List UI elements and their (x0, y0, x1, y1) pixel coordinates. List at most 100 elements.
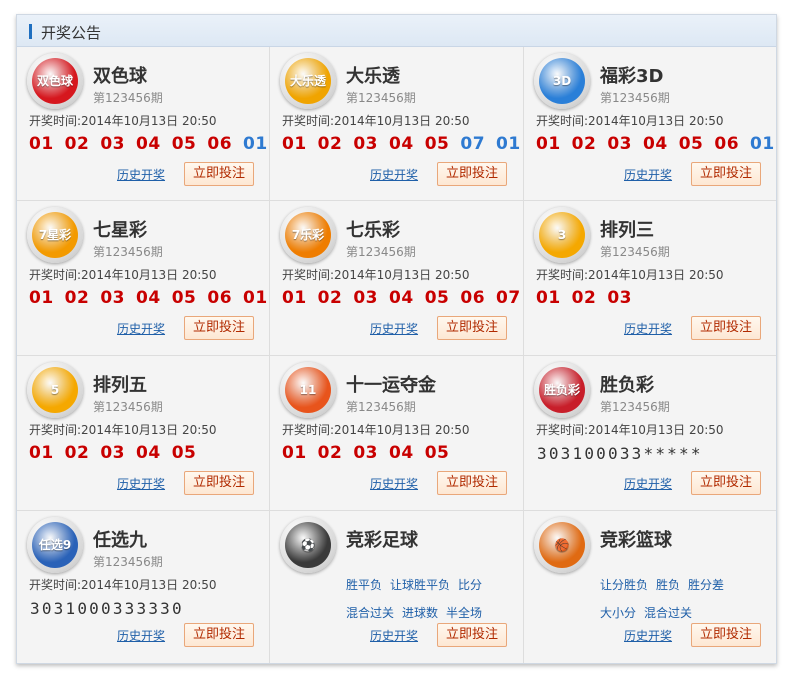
jingcai-basketball-logo-icon[interactable]: 🏀 (534, 517, 590, 573)
qixingcai-logo-icon[interactable]: 7星彩 (27, 207, 83, 263)
play-type-link[interactable]: 胜平负 (346, 578, 382, 592)
red-ball-number: 01 (282, 288, 307, 308)
shengfucai-logo-icon[interactable]: 胜负彩 (534, 362, 590, 418)
bet-now-button[interactable]: 立即投注 (437, 162, 507, 186)
lottery-name[interactable]: 双色球 (93, 62, 147, 88)
lottery-period: 第123456期 (93, 400, 163, 414)
bet-now-button[interactable]: 立即投注 (184, 162, 254, 186)
draw-time: 开奖时间:2014年10月13日 20:50 (282, 421, 470, 438)
bet-now-button[interactable]: 立即投注 (437, 623, 507, 647)
red-ball-number: 04 (136, 134, 161, 154)
history-link[interactable]: 历史开奖 (624, 166, 672, 183)
shiyiyunduojin-logo-icon[interactable]: 11 (280, 362, 336, 418)
pailiewu-logo-icon[interactable]: 5 (27, 362, 83, 418)
draw-time-value: 2014年10月13日 20:50 (334, 268, 470, 282)
bet-now-button[interactable]: 立即投注 (691, 316, 761, 340)
red-ball-number: 02 (571, 134, 597, 154)
jingcai-football-logo-icon[interactable]: ⚽ (280, 517, 336, 573)
bet-now-button[interactable]: 立即投注 (437, 471, 507, 495)
pailiesan-logo-icon[interactable]: 3 (534, 207, 590, 263)
history-link[interactable]: 历史开奖 (117, 166, 165, 183)
red-ball-number: 01 (29, 134, 54, 154)
bet-now-button[interactable]: 立即投注 (437, 316, 507, 340)
lottery-period: 第123456期 (93, 245, 163, 259)
play-type-link[interactable]: 半全场 (446, 606, 482, 620)
draw-time-label: 开奖时间: (29, 114, 82, 128)
draw-time-value: 2014年10月13日 20:50 (588, 268, 724, 282)
bet-now-button[interactable]: 立即投注 (691, 623, 761, 647)
red-ball-number: 03 (353, 288, 379, 308)
draw-time: 开奖时间:2014年10月13日 20:50 (29, 576, 217, 593)
red-ball-number: 03 (100, 443, 126, 463)
lottery-card: 3 排列三 第123456期 开奖时间:2014年10月13日 20:50 01 02 03… (524, 201, 776, 356)
draw-time: 开奖时间:2014年10月13日 20:50 (536, 266, 724, 283)
play-type-link[interactable]: 混合过关 (644, 606, 692, 620)
history-link[interactable]: 历史开奖 (370, 627, 418, 644)
logo-badge: 3D (539, 58, 585, 104)
draw-time-label: 开奖时间: (29, 423, 82, 437)
play-type-link[interactable]: 进球数 (402, 606, 438, 620)
lottery-name[interactable]: 竞彩篮球 (600, 526, 672, 552)
history-link[interactable]: 历史开奖 (370, 320, 418, 337)
lottery-name[interactable]: 大乐透 (346, 62, 400, 88)
play-type-link[interactable]: 胜分差 (688, 578, 724, 592)
logo-badge: 🏀 (539, 522, 585, 568)
red-ball-number: 03 (353, 134, 379, 154)
fucai3d-logo-icon[interactable]: 3D (534, 53, 590, 109)
draw-time-value: 2014年10月13日 20:50 (588, 114, 724, 128)
red-ball-number: 02 (317, 443, 343, 463)
bet-now-button[interactable]: 立即投注 (691, 162, 761, 186)
history-link[interactable]: 历史开奖 (370, 166, 418, 183)
red-ball-number: 02 (317, 134, 343, 154)
history-link[interactable]: 历史开奖 (624, 320, 672, 337)
red-ball-number: 05 (171, 288, 197, 308)
daletou-logo-icon[interactable]: 大乐透 (280, 53, 336, 109)
history-link[interactable]: 历史开奖 (117, 627, 165, 644)
lottery-name[interactable]: 排列五 (93, 371, 147, 397)
play-type-link[interactable]: 混合过关 (346, 606, 394, 620)
lottery-name[interactable]: 排列三 (600, 216, 654, 242)
lottery-name[interactable]: 福彩3D (600, 62, 663, 88)
history-link[interactable]: 历史开奖 (117, 475, 165, 492)
red-ball-number: 01 (29, 443, 54, 463)
lottery-name[interactable]: 十一运夺金 (346, 371, 436, 397)
play-type-link[interactable]: 胜负 (656, 578, 680, 592)
bet-now-button[interactable]: 立即投注 (691, 471, 761, 495)
bet-now-button[interactable]: 立即投注 (184, 471, 254, 495)
red-ball-number: 06 (714, 134, 740, 154)
play-type-link[interactable]: 大小分 (600, 606, 636, 620)
history-link[interactable]: 历史开奖 (117, 320, 165, 337)
history-link[interactable]: 历史开奖 (624, 475, 672, 492)
bet-now-button[interactable]: 立即投注 (184, 623, 254, 647)
red-ball-number: 04 (136, 288, 161, 308)
lottery-card: 3D 福彩3D 第123456期 开奖时间:2014年10月13日 20:50 01 02… (524, 47, 776, 201)
play-types: 让分胜负 胜负 胜分差大小分 混合过关 (600, 571, 770, 627)
play-types: 胜平负 让球胜平负 比分混合过关 进球数 半全场 (346, 571, 516, 627)
lottery-period: 第123456期 (93, 555, 163, 569)
red-ball-number: 05 (424, 443, 450, 463)
play-type-link[interactable]: 让分胜负 (600, 578, 648, 592)
qilecai-logo-icon[interactable]: 7乐彩 (280, 207, 336, 263)
logo-badge: 双色球 (32, 58, 78, 104)
lottery-name[interactable]: 竞彩足球 (346, 526, 418, 552)
lottery-name[interactable]: 胜负彩 (600, 371, 654, 397)
red-ball-number: 06 (207, 288, 233, 308)
bet-now-button[interactable]: 立即投注 (184, 316, 254, 340)
history-link[interactable]: 历史开奖 (624, 627, 672, 644)
lottery-name[interactable]: 任选九 (93, 526, 147, 552)
shuangseqiu-logo-icon[interactable]: 双色球 (27, 53, 83, 109)
lottery-name[interactable]: 七星彩 (93, 216, 147, 242)
winning-numbers: 01 02 03 04 05 (29, 443, 207, 465)
renxuanjiu-logo-icon[interactable]: 任选9 (27, 517, 83, 573)
play-type-link[interactable]: 比分 (458, 578, 482, 592)
play-type-row: 胜平负 让球胜平负 比分 (346, 571, 516, 599)
red-ball-number: 01 (29, 288, 54, 308)
red-ball-number: 04 (136, 443, 161, 463)
lottery-name[interactable]: 七乐彩 (346, 216, 400, 242)
history-link[interactable]: 历史开奖 (370, 475, 418, 492)
red-ball-number: 06 (207, 134, 233, 154)
red-ball-number: 05 (678, 134, 704, 154)
play-type-link[interactable]: 让球胜平负 (390, 578, 450, 592)
red-ball-number: 04 (643, 134, 668, 154)
red-ball-number: 05 (171, 443, 197, 463)
